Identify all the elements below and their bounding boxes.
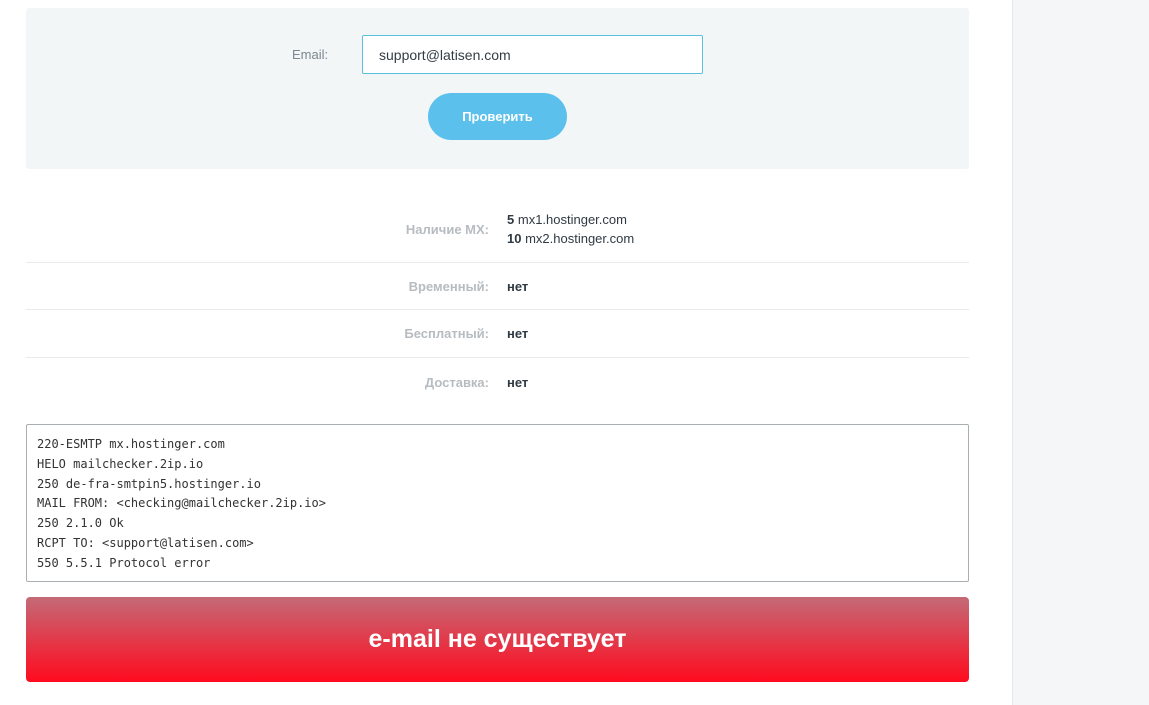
email-check-form: Email: Проверить (26, 8, 969, 169)
temporary-label: Временный: (408, 279, 489, 294)
log-line: 220-ESMTP mx.hostinger.com (37, 437, 225, 451)
temporary-value: нет (507, 279, 529, 294)
mx-priority: 5 (507, 212, 515, 227)
email-input[interactable] (362, 35, 703, 74)
mx-host: mx2.hostinger.com (525, 231, 635, 246)
delivery-row: Доставка: нет (26, 358, 969, 406)
temporary-row: Временный: нет (26, 263, 969, 310)
free-row: Бесплатный: нет (26, 310, 969, 358)
log-line: 250 de-fra-smtpin5.hostinger.io (37, 476, 261, 491)
mx-record: 10 mx2.hostinger.com (507, 229, 634, 248)
mx-priority: 10 (507, 231, 522, 246)
log-line: MAIL FROM: <checking@mailchecker.2ip.io> (37, 496, 326, 511)
log-line: RCPT TO: <support@latisen.com> (37, 535, 254, 550)
free-label: Бесплатный: (404, 326, 489, 341)
log-line: HELO mailchecker.2ip.io (37, 456, 204, 471)
mx-row: Наличие MX: 5 mx1.hostinger.com 10 mx2.h… (26, 200, 969, 263)
smtp-log[interactable]: 220-ESMTP mx.hostinger.com HELO mailchec… (26, 424, 969, 582)
mx-records: 5 mx1.hostinger.com 10 mx2.hostinger.com (507, 210, 634, 248)
right-sidebar (1012, 0, 1149, 705)
mx-record: 5 mx1.hostinger.com (507, 210, 634, 229)
log-line: 550 5.5.1 Protocol error (37, 555, 211, 570)
log-line: 250 2.1.0 Ok (37, 516, 124, 531)
mx-host: mx1.hostinger.com (517, 212, 627, 227)
delivery-value: нет (507, 375, 529, 390)
delivery-label: Доставка: (424, 375, 489, 390)
results-table: Наличие MX: 5 mx1.hostinger.com 10 mx2.h… (26, 200, 969, 406)
check-button[interactable]: Проверить (428, 93, 567, 140)
verdict-banner: e-mail не существует (26, 597, 969, 682)
free-value: нет (507, 326, 529, 341)
mx-label: Наличие MX: (405, 222, 489, 237)
email-label: Email: (292, 47, 329, 62)
